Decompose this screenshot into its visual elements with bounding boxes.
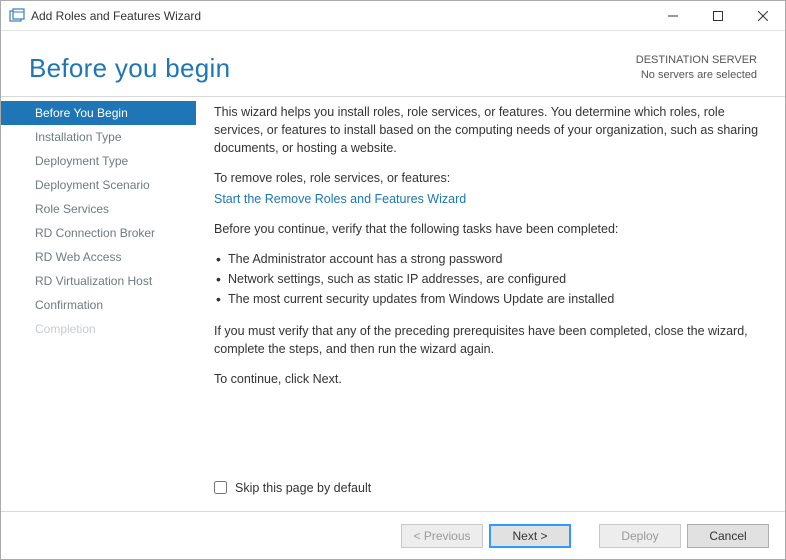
close-hint: If you must verify that any of the prece… (214, 322, 761, 358)
deploy-button: Deploy (599, 524, 681, 548)
sidebar-item-before-you-begin[interactable]: Before You Begin (1, 101, 196, 125)
verify-label: Before you continue, verify that the fol… (214, 220, 761, 238)
sidebar-item-rd-connection-broker[interactable]: RD Connection Broker (1, 221, 196, 245)
sidebar-item-completion: Completion (1, 317, 196, 341)
wizard-sidebar: Before You Begin Installation Type Deplo… (1, 97, 196, 511)
maximize-button[interactable] (695, 1, 740, 30)
previous-button: < Previous (401, 524, 483, 548)
close-button[interactable] (740, 1, 785, 30)
intro-text: This wizard helps you install roles, rol… (214, 103, 761, 157)
skip-page-label: Skip this page by default (235, 479, 371, 497)
next-button[interactable]: Next > (489, 524, 571, 548)
sidebar-item-rd-web-access[interactable]: RD Web Access (1, 245, 196, 269)
sidebar-item-role-services[interactable]: Role Services (1, 197, 196, 221)
sidebar-item-installation-type[interactable]: Installation Type (1, 125, 196, 149)
prereq-item: The Administrator account has a strong p… (214, 250, 761, 268)
minimize-button[interactable] (650, 1, 695, 30)
cancel-button[interactable]: Cancel (687, 524, 769, 548)
sidebar-item-deployment-scenario[interactable]: Deployment Scenario (1, 173, 196, 197)
destination-server-label: DESTINATION SERVER (636, 53, 757, 68)
skip-page-checkbox[interactable] (214, 481, 227, 494)
skip-page-row[interactable]: Skip this page by default (214, 479, 761, 511)
wizard-content: This wizard helps you install roles, rol… (196, 97, 785, 511)
remove-roles-link[interactable]: Start the Remove Roles and Features Wiza… (214, 192, 466, 206)
continue-hint: To continue, click Next. (214, 370, 761, 388)
window-controls (650, 1, 785, 30)
sidebar-item-confirmation[interactable]: Confirmation (1, 293, 196, 317)
app-icon (9, 8, 25, 24)
title-bar: Add Roles and Features Wizard (1, 1, 785, 31)
wizard-footer: < Previous Next > Deploy Cancel (1, 511, 785, 559)
sidebar-item-deployment-type[interactable]: Deployment Type (1, 149, 196, 173)
page-header: Before you begin DESTINATION SERVER No s… (1, 31, 785, 97)
wizard-body: Before You Begin Installation Type Deplo… (1, 97, 785, 511)
window-title: Add Roles and Features Wizard (31, 9, 650, 23)
prereq-item: Network settings, such as static IP addr… (214, 270, 761, 288)
prereq-list: The Administrator account has a strong p… (214, 250, 761, 310)
destination-server-value: No servers are selected (636, 68, 757, 83)
sidebar-item-rd-virtualization-host[interactable]: RD Virtualization Host (1, 269, 196, 293)
prereq-item: The most current security updates from W… (214, 290, 761, 308)
destination-server-block: DESTINATION SERVER No servers are select… (636, 53, 757, 83)
remove-label: To remove roles, role services, or featu… (214, 169, 761, 187)
page-title: Before you begin (29, 53, 230, 84)
